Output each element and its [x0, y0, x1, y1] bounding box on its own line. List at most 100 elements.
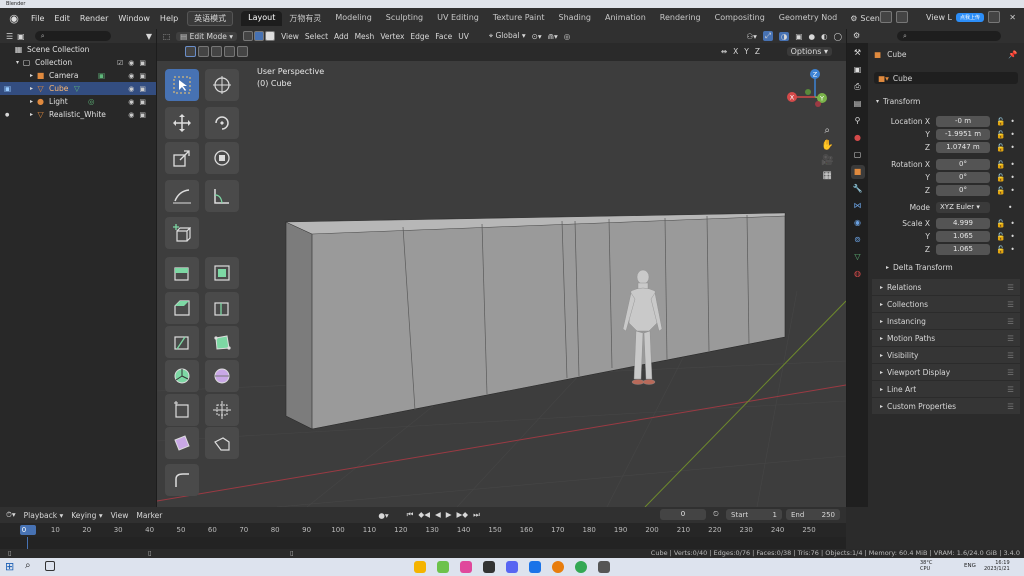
transform-orientation[interactable]: ⌖ Global ▾ — [489, 31, 526, 41]
chevron-right-icon[interactable]: ▸ — [30, 98, 33, 105]
view-layer-tab-icon[interactable]: ▤ — [851, 97, 865, 111]
lock-icon[interactable]: 🔓 — [996, 143, 1005, 152]
object-tab-icon[interactable]: ■ — [850, 165, 865, 179]
windows-start-icon[interactable]: ⊞ — [5, 560, 14, 573]
select-extend-icon[interactable] — [198, 46, 209, 57]
navigation-gizmo[interactable]: Z X Y — [785, 67, 845, 127]
knife-tool[interactable] — [165, 326, 199, 358]
transform-tool[interactable] — [205, 142, 239, 174]
checkbox-icon[interactable]: ☑ — [117, 59, 123, 67]
blender-taskbar-icon[interactable] — [552, 561, 564, 573]
rotation-z-field[interactable]: 0° — [936, 185, 990, 196]
app-pink-icon[interactable] — [460, 561, 472, 573]
world-tab-icon[interactable]: ● — [851, 131, 865, 145]
material-tab-icon[interactable]: ◍ — [851, 267, 865, 281]
rotation-x-field[interactable]: 0° — [936, 159, 990, 170]
shading-rendered-icon[interactable]: ◯ — [834, 32, 842, 41]
chevron-right-icon[interactable]: ▸ — [30, 72, 33, 79]
viewport-menu-view[interactable]: View — [281, 32, 299, 41]
view-layer-selector[interactable]: View L 点我上传 — [880, 11, 1000, 23]
eye-icon[interactable]: ◉ — [128, 111, 134, 119]
keyframe-dot-icon[interactable]: • — [1010, 219, 1014, 228]
select-invert-icon[interactable] — [224, 46, 235, 57]
shading-solid-icon[interactable]: ● — [809, 32, 816, 41]
keyframe-dot-icon[interactable]: • — [1010, 186, 1014, 195]
zoom-icon[interactable]: ⌕ — [821, 125, 833, 136]
add-cube-tool[interactable] — [165, 217, 199, 249]
panel-instancing[interactable]: ▸ Instancing ☰ — [872, 313, 1020, 329]
keyframe-dot-icon[interactable]: • — [1010, 143, 1014, 152]
particles-tab-icon[interactable]: ⋈ — [851, 199, 865, 213]
data-tab-icon[interactable]: ▽ — [851, 250, 865, 264]
proportional-edit-icon[interactable]: ◎ — [564, 32, 571, 41]
viewport-menu-vertex[interactable]: Vertex — [380, 32, 404, 41]
panel-viewport-display[interactable]: ▸ Viewport Display ☰ — [872, 364, 1020, 380]
tab-sculpting[interactable]: Sculpting — [379, 11, 430, 26]
output-tab-icon[interactable]: ⎙ — [851, 80, 865, 94]
chevron-down-icon[interactable]: ▾ — [16, 59, 19, 66]
location-x-field[interactable]: -0 m — [936, 116, 990, 127]
select-box-icon[interactable] — [185, 46, 196, 57]
annotate-tool[interactable] — [165, 180, 199, 212]
pan-hand-icon[interactable]: ✋ — [821, 140, 833, 151]
xray-icon[interactable]: ▣ — [795, 32, 802, 41]
end-frame-field[interactable]: End 250 — [786, 509, 840, 520]
panel-motion-paths[interactable]: ▸ Motion Paths ☰ — [872, 330, 1020, 346]
keyframe-dot-icon[interactable]: • — [1010, 173, 1014, 182]
lock-icon[interactable]: 🔓 — [996, 117, 1005, 126]
lock-icon[interactable]: 🔓 — [996, 130, 1005, 139]
lock-icon[interactable]: 🔓 — [996, 219, 1005, 228]
delta-transform-subpanel[interactable]: ▸ Delta Transform — [886, 263, 953, 272]
scene-tab-icon[interactable]: ⚲ — [851, 114, 865, 128]
menu-help[interactable]: Help — [160, 14, 178, 23]
lock-icon[interactable]: 🔓 — [996, 245, 1005, 254]
play-reverse-icon[interactable]: ◀ — [435, 510, 441, 520]
panel-custom-properties[interactable]: ▸ Custom Properties ☰ — [872, 398, 1020, 414]
drag-handle-icon[interactable]: ☰ — [1007, 300, 1014, 309]
app-green-icon[interactable] — [437, 561, 449, 573]
select-subtract-icon[interactable] — [211, 46, 222, 57]
mode-selector[interactable]: ▤ Edit Mode ▾ — [176, 31, 238, 41]
viewport-menu-face[interactable]: Face — [435, 32, 452, 41]
outliner-item-cube[interactable]: ▣ ▸ ▽ Cube ▽ ◉ ▣ — [0, 82, 156, 95]
shading-material-icon[interactable]: ◐ — [821, 32, 828, 41]
vertex-select-icon[interactable] — [243, 31, 254, 41]
options-dropdown[interactable]: Options ▾ — [786, 47, 832, 56]
system-clock[interactable]: 16:19 2023/1/21 — [984, 560, 1010, 572]
spin-tool[interactable] — [165, 360, 199, 392]
menu-render[interactable]: Render — [80, 14, 108, 23]
app-black-icon[interactable] — [483, 561, 495, 573]
overlays-icon[interactable]: ◑ — [778, 31, 790, 41]
rotation-y-field[interactable]: 0° — [936, 172, 990, 183]
render-tab-icon[interactable]: ▣ — [851, 63, 865, 77]
play-icon[interactable]: ▶ — [446, 510, 452, 520]
gizmo-icon[interactable]: ⤢ — [762, 31, 773, 41]
tab-modeling[interactable]: Modeling — [328, 11, 378, 26]
pivot-icon[interactable]: ⊙▾ — [532, 32, 542, 41]
close-icon[interactable]: ✕ — [1009, 13, 1016, 22]
tab-compositing[interactable]: Compositing — [708, 11, 772, 26]
rotate-tool[interactable] — [205, 107, 239, 139]
camera-icon[interactable]: ▣ — [139, 72, 146, 80]
measure-tool[interactable] — [205, 180, 239, 212]
keyframe-dot-icon[interactable]: • — [1010, 245, 1014, 254]
lock-icon[interactable]: 🔓 — [996, 160, 1005, 169]
inset-faces-tool[interactable] — [205, 257, 239, 289]
chevron-right-icon[interactable]: ▸ — [30, 85, 33, 92]
timeline-body[interactable] — [0, 537, 846, 549]
view-layer-copy-icon[interactable] — [988, 11, 1000, 23]
snap-icon[interactable]: ⋒▾ — [548, 32, 558, 41]
blender-logo-icon[interactable]: ◉ — [6, 11, 22, 27]
tab-uv-editing[interactable]: UV Editing — [430, 11, 486, 26]
cursor-tool[interactable] — [205, 69, 239, 101]
location-z-field[interactable]: 1.0747 m — [936, 142, 990, 153]
prev-keyframe-icon[interactable]: ◆◀ — [418, 510, 430, 520]
timeline-menu-marker[interactable]: Marker — [136, 511, 162, 520]
camera-icon[interactable]: ▣ — [139, 111, 146, 119]
jump-end-icon[interactable]: ⏭ — [473, 510, 480, 520]
drag-handle-icon[interactable]: ☰ — [1007, 385, 1014, 394]
tab-layout[interactable]: Layout — [241, 11, 283, 26]
drag-handle-icon[interactable]: ☰ — [1007, 334, 1014, 343]
viewport-menu-edge[interactable]: Edge — [410, 32, 429, 41]
scale-tool[interactable] — [165, 142, 199, 174]
